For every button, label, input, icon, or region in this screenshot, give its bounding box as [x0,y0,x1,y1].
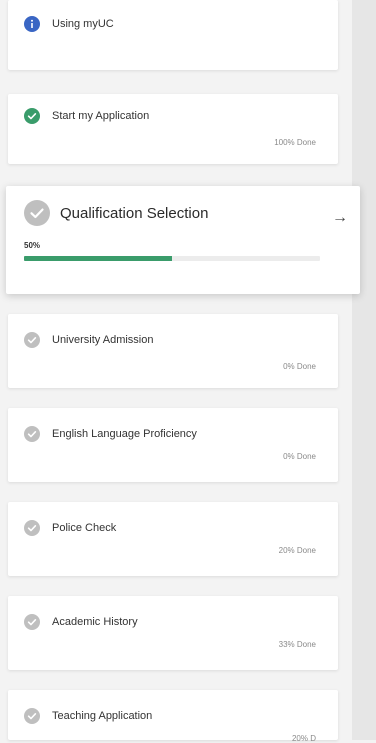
check-circle-icon [24,332,40,348]
step-progress-text: 33% Done [278,640,316,649]
check-circle-icon [24,108,40,124]
step-label: Academic History [52,616,138,628]
step-label: Qualification Selection [60,204,209,222]
step-progress-text: 0% Done [283,362,316,371]
step-card-teaching-application[interactable]: Teaching Application 20% D [8,690,338,743]
step-card-academic-history[interactable]: Academic History 33% Done [8,596,338,670]
step-progress-text: 100% Done [274,138,316,147]
side-panel-strip [352,0,376,740]
step-card-university-admission[interactable]: University Admission 0% Done [8,314,338,388]
check-circle-icon [24,614,40,630]
step-label: Teaching Application [52,710,153,722]
step-progress-percent: 50% [24,241,41,250]
check-circle-icon [24,200,50,226]
step-progress-fill [24,256,172,261]
check-circle-icon [24,520,40,536]
step-label: University Admission [52,334,154,346]
arrow-right-icon[interactable]: → [332,210,348,226]
step-label: Using myUC [52,18,114,30]
check-circle-icon [24,426,40,442]
step-progress-text: 20% D [291,734,316,743]
step-label: Police Check [52,522,117,534]
step-progress-text: 20% Done [278,546,316,555]
step-label: Start my Application [52,110,150,122]
step-progress-bar [24,256,320,261]
step-label: English Language Proficiency [52,428,197,440]
step-card-english-language-proficiency[interactable]: English Language Proficiency 0% Done [8,408,338,482]
step-card-using-myuc[interactable]: Using myUC [8,0,338,70]
step-progress-text: 0% Done [283,452,316,461]
step-card-police-check[interactable]: Police Check 20% Done [8,502,338,576]
step-card-qualification-selection[interactable]: Qualification Selection → 50% [6,186,360,294]
check-circle-icon [24,708,40,724]
step-card-start-my-application[interactable]: Start my Application 100% Done [8,94,338,164]
info-icon [24,16,40,32]
